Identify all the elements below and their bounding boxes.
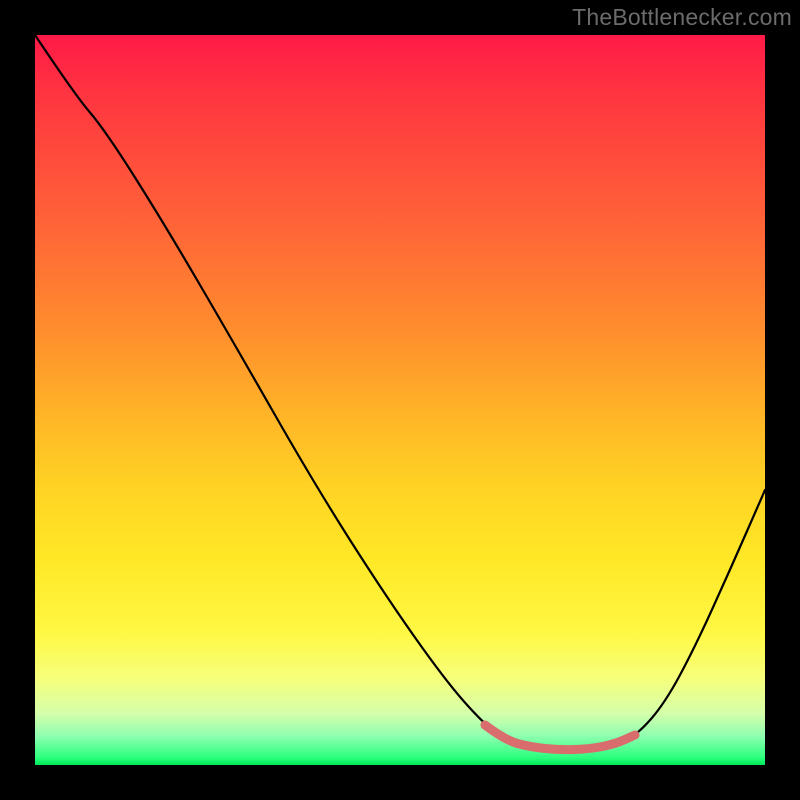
chart-frame: TheBottlenecker.com <box>0 0 800 800</box>
plot-area <box>35 35 765 765</box>
chart-svg <box>35 35 765 765</box>
optimal-range-marker <box>485 725 635 750</box>
bottleneck-curve <box>35 35 765 750</box>
watermark-label: TheBottlenecker.com <box>572 4 792 31</box>
